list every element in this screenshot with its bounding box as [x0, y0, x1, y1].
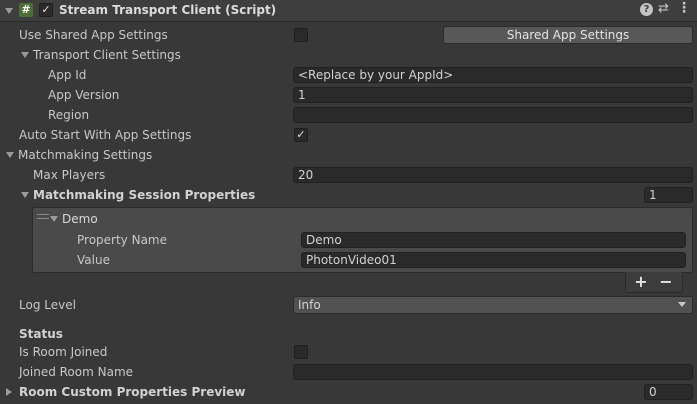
region-label: Region: [48, 108, 90, 122]
auto-start-checkbox[interactable]: ✓: [294, 128, 308, 142]
property-name-field[interactable]: Demo: [301, 232, 686, 248]
joined-room-name-field[interactable]: [293, 364, 693, 380]
drag-handle-icon-line: [37, 218, 49, 219]
region-field[interactable]: [293, 107, 693, 123]
matchmaking-settings-foldout-icon[interactable]: [6, 152, 14, 158]
script-icon: #: [19, 3, 33, 17]
help-icon[interactable]: ?: [640, 3, 653, 16]
demo-element-foldout-icon[interactable]: [50, 216, 58, 222]
joined-room-name-label: Joined Room Name: [19, 365, 134, 379]
remove-element-button[interactable]: −: [656, 273, 676, 291]
session-properties-foldout-icon[interactable]: [21, 192, 29, 198]
value-label: Value: [77, 253, 110, 267]
log-level-dropdown[interactable]: Info: [293, 296, 693, 314]
dropdown-arrow-icon: [678, 302, 686, 307]
component-title: Stream Transport Client (Script): [59, 3, 277, 17]
app-version-field[interactable]: 1: [293, 87, 693, 103]
demo-element-label[interactable]: Demo: [62, 211, 98, 227]
app-version-label: App Version: [48, 88, 120, 102]
context-menu-icon[interactable]: ⋮: [677, 0, 691, 16]
session-properties-count-field[interactable]: 1: [644, 187, 693, 203]
room-custom-properties-count-field[interactable]: 0: [644, 384, 693, 400]
log-level-value: Info: [298, 298, 321, 312]
component-header: # ✓ Stream Transport Client (Script) ? ⇄…: [0, 0, 697, 22]
status-heading: Status: [19, 327, 63, 341]
transport-client-settings-label[interactable]: Transport Client Settings: [33, 47, 181, 63]
property-name-label: Property Name: [77, 233, 167, 247]
room-custom-properties-label[interactable]: Room Custom Properties Preview: [19, 384, 246, 400]
matchmaking-settings-label[interactable]: Matchmaking Settings: [18, 147, 152, 163]
list-footer: + −: [625, 272, 683, 293]
shared-app-settings-button[interactable]: Shared App Settings: [443, 26, 693, 44]
is-room-joined-label: Is Room Joined: [19, 345, 108, 359]
presets-icon[interactable]: ⇄: [658, 1, 669, 16]
room-custom-properties-foldout-icon[interactable]: [6, 388, 12, 396]
max-players-label: Max Players: [33, 168, 106, 182]
use-shared-app-settings-checkbox[interactable]: [294, 28, 308, 42]
app-id-field[interactable]: <Replace by your AppId>: [293, 67, 693, 83]
component-enabled-checkbox[interactable]: ✓: [39, 3, 53, 17]
session-properties-label[interactable]: Matchmaking Session Properties: [33, 187, 255, 203]
log-level-label: Log Level: [19, 298, 76, 312]
component-foldout-icon[interactable]: [5, 8, 13, 14]
is-room-joined-checkbox[interactable]: [294, 345, 308, 359]
max-players-field[interactable]: 20: [293, 167, 693, 183]
auto-start-label: Auto Start With App Settings: [19, 128, 192, 142]
value-field[interactable]: PhotonVideo01: [301, 252, 686, 268]
app-id-label: App Id: [48, 68, 87, 82]
drag-handle-icon[interactable]: [37, 214, 49, 215]
transport-client-settings-foldout-icon[interactable]: [21, 52, 29, 58]
add-element-button[interactable]: +: [631, 273, 651, 291]
use-shared-app-settings-label: Use Shared App Settings: [19, 28, 168, 42]
